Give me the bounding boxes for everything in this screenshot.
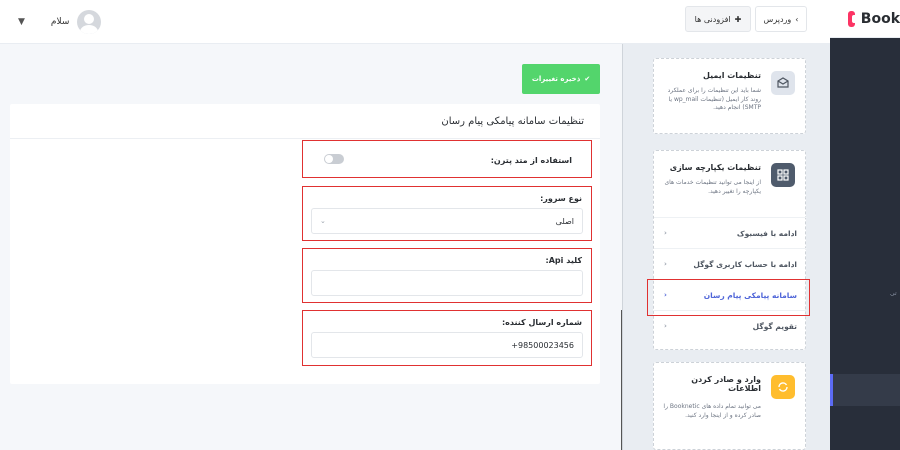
top-bar: ▼ سلام افزودنی ها ✚ وردپرس ‹ bbox=[0, 0, 830, 44]
chevron-left-icon: ‹ bbox=[664, 229, 667, 237]
chevron-down-icon[interactable]: ▼ bbox=[18, 17, 25, 27]
email-settings-title: تنظیمات ایمیل bbox=[702, 71, 761, 80]
addons-label: افزودنی ها bbox=[694, 14, 731, 24]
main-sidebar: Book تی bbox=[830, 0, 900, 450]
highlight-box-server-type bbox=[302, 186, 592, 241]
divider bbox=[621, 310, 622, 450]
chevron-left-icon: ‹ bbox=[795, 14, 799, 24]
user-menu[interactable]: ▼ سلام bbox=[18, 8, 102, 36]
user-greeting: سلام bbox=[50, 17, 70, 27]
booknetic-logo-icon bbox=[848, 10, 858, 27]
brand-logo[interactable]: Book bbox=[830, 0, 900, 38]
import-export-desc: می توانید تمام داده های Booknetic را صاد… bbox=[663, 403, 761, 419]
highlight-box-pattern bbox=[302, 140, 592, 178]
sidebar-fragment-text: تی bbox=[890, 290, 897, 297]
chevron-left-icon: ‹ bbox=[664, 322, 667, 330]
check-icon: ✔ bbox=[584, 75, 591, 83]
settings-panel: تنظیمات ایمیل شما باید این تنظیمات را بر… bbox=[622, 44, 830, 450]
avatar[interactable] bbox=[77, 10, 102, 34]
envelope-icon bbox=[771, 71, 795, 95]
addons-button[interactable]: افزودنی ها ✚ bbox=[685, 6, 751, 32]
integration-settings-desc: از اینجا می توانید تنظیمات خدمات های یکپ… bbox=[664, 179, 761, 195]
puzzle-icon: ✚ bbox=[734, 14, 742, 24]
integration-settings-title: تنظیمات یکپارچه سازی bbox=[669, 163, 761, 172]
page-title: تنظیمات سامانه پیامکی پیام رسان bbox=[441, 116, 584, 127]
wordpress-label: وردپرس bbox=[763, 14, 792, 24]
highlight-box-sender bbox=[302, 310, 592, 366]
save-changes-button[interactable]: ✔ ذخیره تغییرات bbox=[522, 64, 600, 94]
sync-icon bbox=[771, 375, 795, 399]
brand-name: Book bbox=[860, 10, 900, 27]
integration-item-google-login[interactable]: ادامه با حساب کاربری گوگل ‹ bbox=[654, 248, 807, 279]
integration-icon bbox=[771, 163, 795, 187]
import-export-title: وارد و صادر کردن اطلاعات bbox=[691, 375, 761, 393]
list-item-label: ادامه با حساب کاربری گوگل bbox=[693, 259, 797, 269]
sidebar-item-settings[interactable] bbox=[830, 374, 900, 406]
integration-settings-card: تنظیمات یکپارچه سازی از اینجا می توانید … bbox=[653, 150, 807, 350]
save-button-label: ذخیره تغییرات bbox=[531, 75, 581, 83]
email-settings-card[interactable]: تنظیمات ایمیل شما باید این تنظیمات را بر… bbox=[653, 58, 806, 134]
import-export-card[interactable]: وارد و صادر کردن اطلاعات می توانید تمام … bbox=[653, 362, 806, 450]
list-item-label: ادامه با فیسبوک bbox=[736, 228, 797, 238]
highlight-box-api-key bbox=[302, 248, 592, 303]
email-settings-desc: شما باید این تنظیمات را برای عملکرد روند… bbox=[667, 87, 761, 112]
highlight-box-sms-item bbox=[647, 279, 810, 316]
list-item-label: تقویم گوگل bbox=[752, 321, 797, 331]
divider bbox=[10, 138, 600, 139]
wordpress-button[interactable]: وردپرس ‹ bbox=[755, 6, 807, 32]
chevron-left-icon: ‹ bbox=[664, 260, 667, 268]
integration-item-facebook[interactable]: ادامه با فیسبوک ‹ bbox=[654, 217, 807, 248]
